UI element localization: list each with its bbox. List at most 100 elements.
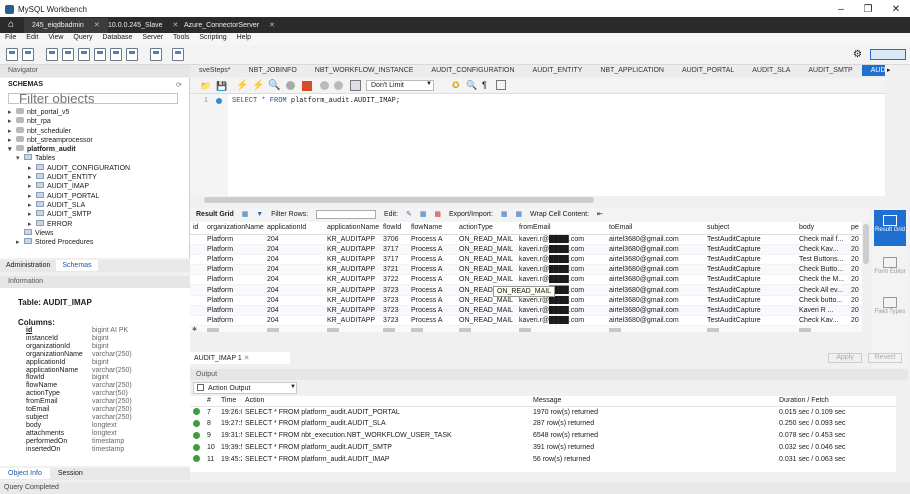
- expand-icon[interactable]: ▸: [8, 127, 16, 136]
- null-cell[interactable]: [380, 325, 408, 332]
- table-row[interactable]: Platform 204 KR_AUDITAPP 3723 Process A ON_RE…: [190, 305, 862, 317]
- grid-cell[interactable]: Process A: [408, 315, 456, 327]
- grid-cell[interactable]: kaveri.r@████.com: [516, 264, 606, 276]
- schema-item-active[interactable]: ▾ platform_audit: [8, 145, 130, 154]
- table-item[interactable]: ▸ AUDIT_ENTITY: [8, 173, 130, 182]
- procedures-folder[interactable]: ▸ Stored Procedures: [8, 238, 130, 247]
- grid-cell[interactable]: airtel3680@gmail.com: [606, 315, 704, 327]
- grid-cell[interactable]: 204: [264, 264, 324, 276]
- chevron-down-icon[interactable]: ▼: [290, 384, 296, 390]
- stop-icon[interactable]: [286, 81, 295, 90]
- close-tab-icon[interactable]: ✕: [269, 22, 275, 29]
- views-folder[interactable]: Views: [8, 228, 130, 238]
- apply-button[interactable]: Apply: [828, 353, 862, 363]
- query-tab[interactable]: NBT_WORKFLOW_INSTANCE: [306, 65, 423, 76]
- grid-column-header[interactable]: body: [796, 222, 848, 235]
- grid-cell[interactable]: Check the M...: [796, 274, 848, 286]
- grid-cell[interactable]: Platform: [204, 315, 264, 327]
- minimize-icon[interactable]: –: [835, 4, 847, 16]
- grid-cell[interactable]: 20: [848, 234, 862, 245]
- grid-cell[interactable]: airtel3680@gmail.com: [606, 244, 704, 255]
- null-cell[interactable]: [324, 325, 380, 332]
- grid-icon[interactable]: ▦: [242, 208, 249, 222]
- output-row[interactable]: 9 19:31:53SELECT * FROM nbt_execution.NBT…: [190, 430, 896, 442]
- reconnect-icon[interactable]: [172, 48, 184, 61]
- wrap-lines-icon[interactable]: [496, 80, 506, 90]
- grid-cell[interactable]: [190, 264, 204, 276]
- edit-row-icon[interactable]: ✎: [406, 208, 412, 222]
- grid-cell[interactable]: [190, 315, 204, 327]
- output-type-select[interactable]: Action Output: [193, 382, 297, 394]
- menu-database[interactable]: Database: [97, 33, 137, 42]
- grid-cell[interactable]: 20: [848, 274, 862, 286]
- grid-cell[interactable]: Platform: [204, 274, 264, 286]
- grid-cell[interactable]: Check butto...: [796, 295, 848, 306]
- close-tab-icon[interactable]: ✕: [244, 355, 250, 362]
- output-row[interactable]: 10 19:39:55SELECT * FROM platform_audit.A…: [190, 441, 896, 453]
- expand-icon[interactable]: ▸: [28, 210, 36, 219]
- grid-cell[interactable]: airtel3680@gmail.com: [606, 264, 704, 276]
- expand-icon[interactable]: ▸: [28, 164, 36, 173]
- output-row[interactable]: 7 19:26:08SELECT * FROM platform_audit.AU…: [190, 406, 896, 418]
- grid-column-header[interactable]: flowName: [408, 222, 456, 235]
- query-tab[interactable]: AUDIT_SMTP: [799, 65, 861, 76]
- grid-cell[interactable]: Process A: [408, 284, 456, 296]
- output-row[interactable]: 8 19:27:51SELECT * FROM platform_audit.AU…: [190, 418, 896, 430]
- grid-cell[interactable]: ON_READ_MAIL: [456, 264, 516, 276]
- new-row[interactable]: [190, 325, 862, 332]
- grid-cell[interactable]: kaveri.r@████.com: [516, 254, 606, 266]
- scrollbar-thumb[interactable]: [204, 197, 594, 203]
- grid-cell[interactable]: airtel3680@gmail.com: [606, 284, 704, 296]
- settings-gear-icon[interactable]: ⚙: [853, 49, 862, 60]
- result-tab[interactable]: AUDIT_IMAP 1 ✕: [190, 352, 290, 364]
- grid-cell[interactable]: Process A: [408, 264, 456, 276]
- collapse-icon[interactable]: ▾: [16, 154, 24, 163]
- expand-icon[interactable]: ▸: [28, 220, 36, 229]
- grid-cell[interactable]: 204: [264, 254, 324, 266]
- schema-item[interactable]: ▸ nbt_streamprocessor: [8, 135, 130, 145]
- grid-cell[interactable]: 204: [264, 305, 324, 317]
- create-schema-icon[interactable]: [62, 48, 74, 61]
- beautify-icon[interactable]: ✪: [452, 80, 460, 91]
- grid-cell[interactable]: Check Kav...: [796, 315, 848, 327]
- grid-cell[interactable]: Check All ev...: [796, 284, 848, 296]
- grid-cell[interactable]: 204: [264, 284, 324, 296]
- grid-cell[interactable]: Check Butto...: [796, 264, 848, 276]
- connection-tab[interactable]: Azure_ConnectorServer ✕: [176, 18, 283, 33]
- table-row[interactable]: Platform 204 KR_AUDITAPP 3717 Process A ON_RE…: [190, 244, 862, 255]
- table-item[interactable]: ▸ AUDIT_PORTAL: [8, 191, 130, 201]
- grid-cell[interactable]: airtel3680@gmail.com: [606, 305, 704, 317]
- grid-column-header[interactable]: organizationName: [204, 222, 264, 235]
- close-tab-icon[interactable]: ✕: [94, 22, 100, 29]
- explain-icon[interactable]: 🔍: [268, 80, 280, 91]
- grid-cell[interactable]: kaveri.r@████.com: [516, 244, 606, 255]
- null-cell[interactable]: [264, 325, 324, 332]
- grid-cell[interactable]: 204: [264, 234, 324, 245]
- schema-item[interactable]: ▸ nbt_portal_v5: [8, 108, 130, 117]
- grid-column-header[interactable]: subject: [704, 222, 796, 235]
- table-row[interactable]: Platform 204 KR_AUDITAPP 3723 Process A ON_RE…: [190, 315, 862, 327]
- query-tab-active[interactable]: AUDIT_IMAP: [861, 65, 885, 76]
- create-view-icon[interactable]: [94, 48, 106, 61]
- grid-cell[interactable]: [190, 295, 204, 306]
- query-tab[interactable]: AUDIT_PORTAL: [673, 65, 743, 76]
- grid-cell[interactable]: TestAuditCapture: [704, 254, 796, 266]
- grid-cell[interactable]: Process A: [408, 234, 456, 245]
- grid-cell[interactable]: KR_AUDITAPP: [324, 264, 380, 276]
- menu-view[interactable]: View: [43, 33, 68, 42]
- grid-cell[interactable]: 204: [264, 315, 324, 327]
- tab-scroll-icon[interactable]: ▸: [887, 66, 891, 74]
- tab-object-info[interactable]: Object Info: [0, 468, 50, 479]
- grid-cell[interactable]: 204: [264, 274, 324, 286]
- grid-cell[interactable]: 3723: [380, 284, 408, 296]
- grid-column-header[interactable]: applicationName: [324, 222, 380, 235]
- grid-cell[interactable]: Platform: [204, 264, 264, 276]
- grid-cell[interactable]: 204: [264, 244, 324, 255]
- grid-cell[interactable]: airtel3680@gmail.com: [606, 274, 704, 286]
- grid-cell[interactable]: TestAuditCapture: [704, 305, 796, 317]
- grid-cell[interactable]: TestAuditCapture: [704, 234, 796, 245]
- tab-session[interactable]: Session: [50, 468, 91, 479]
- null-cell[interactable]: [796, 325, 848, 332]
- grid-column-header[interactable]: toEmail: [606, 222, 704, 235]
- grid-cell[interactable]: 20: [848, 315, 862, 327]
